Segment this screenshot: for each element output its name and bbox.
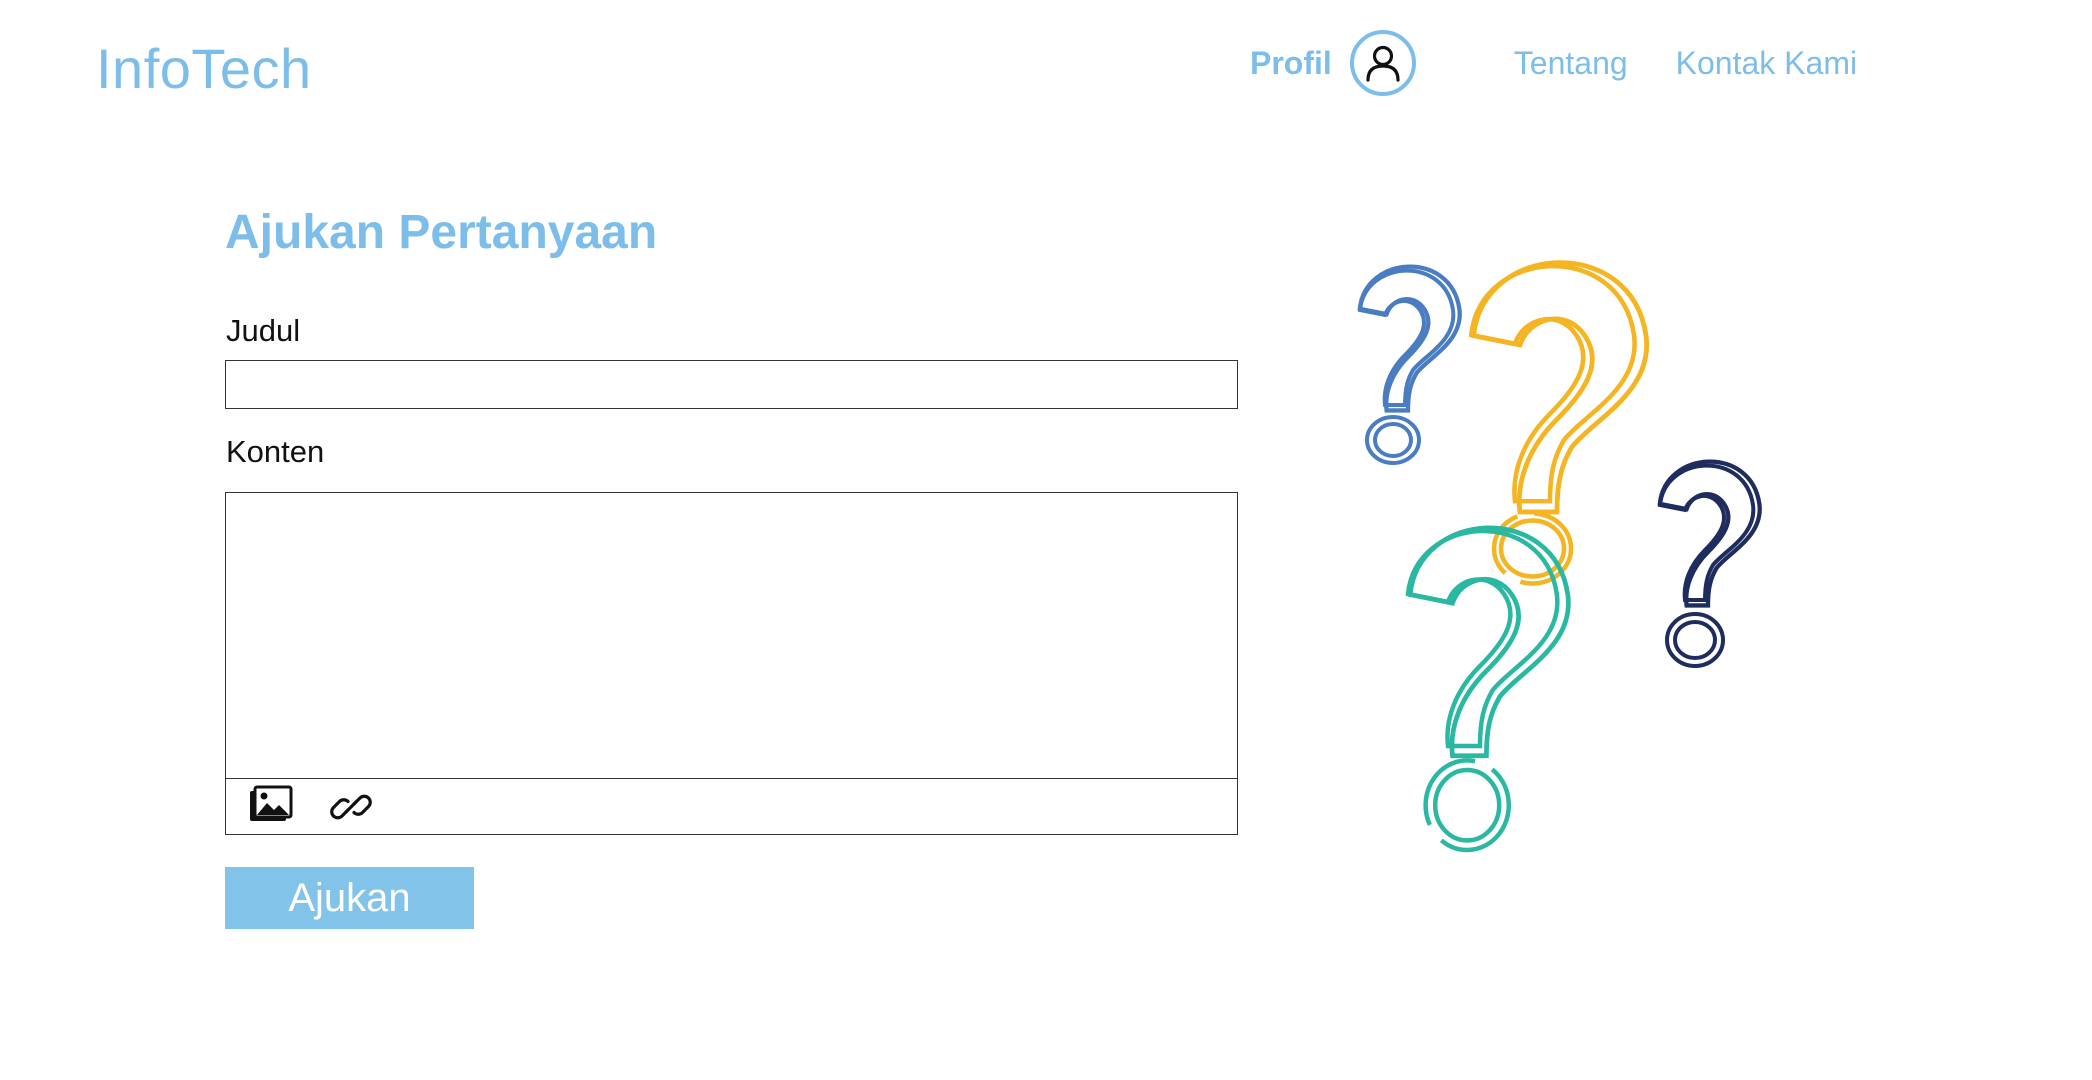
top-nav: Profil Tentang Kontak Kami	[1250, 28, 1857, 98]
link-icon	[330, 794, 372, 820]
editor-toolbar	[226, 778, 1237, 834]
insert-image-button[interactable]	[248, 785, 294, 832]
content-editor	[225, 492, 1238, 835]
title-input[interactable]	[225, 360, 1238, 409]
submit-button[interactable]: Ajukan	[225, 867, 474, 929]
avatar[interactable]	[1349, 30, 1416, 96]
yellow-question-mark	[1471, 263, 1646, 586]
question-marks-illustration	[1320, 210, 1820, 853]
user-icon	[1366, 45, 1400, 82]
brand-logo[interactable]: InfoTech	[96, 36, 312, 101]
title-field-label: Judul	[226, 313, 301, 348]
insert-link-button[interactable]	[329, 785, 373, 834]
navy-question-mark	[1660, 462, 1760, 668]
nav-profile-label[interactable]: Profil	[1250, 45, 1332, 82]
content-textarea[interactable]	[226, 493, 1237, 777]
blue-question-mark	[1360, 267, 1460, 465]
nav-about-link[interactable]: Tentang	[1514, 45, 1628, 82]
nav-contact-link[interactable]: Kontak Kami	[1676, 45, 1857, 82]
page-title: Ajukan Pertanyaan	[225, 206, 658, 259]
image-icon	[250, 785, 293, 821]
content-field-label: Konten	[226, 434, 325, 469]
